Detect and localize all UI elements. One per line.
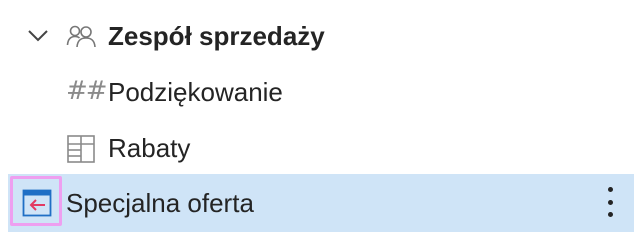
people-icon [66, 24, 98, 48]
tree-group-row[interactable]: Zespół sprzedaży [0, 8, 640, 64]
tree-item-specjalna-oferta[interactable]: Specjalna oferta [8, 174, 634, 232]
dot [607, 212, 613, 217]
tree-item-podziekowanie[interactable]: ## Podziękowanie [0, 64, 640, 120]
calendar-arrow-icon [22, 189, 52, 217]
tree-view: Zespół sprzedaży ## Podziękowanie Rabaty [0, 0, 640, 249]
table-icon [66, 134, 98, 164]
focus-outline [10, 176, 62, 226]
dot [607, 187, 613, 192]
tree-item-rabaty[interactable]: Rabaty [0, 120, 640, 176]
chevron-down-icon[interactable] [26, 25, 50, 47]
tree-item-label: Rabaty [108, 133, 191, 163]
tree-item-label: Specjalna oferta [66, 188, 254, 218]
tree-item-label: Podziękowanie [108, 77, 283, 107]
more-vertical-icon[interactable] [600, 184, 620, 220]
group-label: Zespół sprzedaży [108, 21, 325, 51]
dot [607, 199, 613, 205]
hash-icon: ## [66, 76, 108, 106]
